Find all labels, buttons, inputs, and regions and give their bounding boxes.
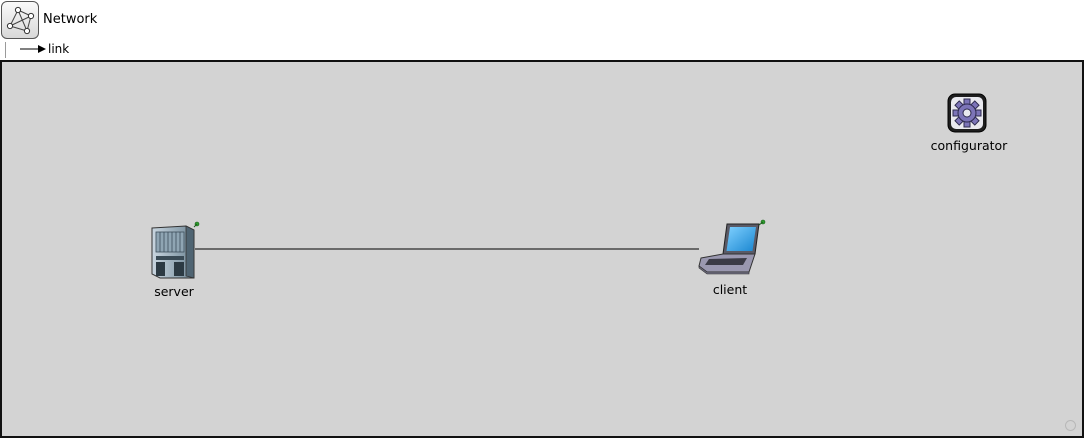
module-label-configurator: configurator [930,138,1008,153]
module-label-client: client [712,282,748,297]
server-icon [151,221,200,279]
network-header: Network link [0,0,1084,60]
tree-line [5,42,6,58]
module-client[interactable]: client [697,218,767,298]
network-title: Network [43,12,98,27]
module-server[interactable]: server [148,220,200,300]
gear-icon [947,93,987,133]
module-configurator[interactable]: configurator [931,92,1007,156]
module-label-server: server [154,284,194,299]
laptop-icon [698,219,766,275]
arrow-right-icon [20,45,46,53]
network-icon[interactable] [1,1,39,39]
link-label: link [48,42,70,56]
network-canvas[interactable]: server client configurator [0,60,1084,438]
zoom-indicator-icon [1065,420,1076,431]
